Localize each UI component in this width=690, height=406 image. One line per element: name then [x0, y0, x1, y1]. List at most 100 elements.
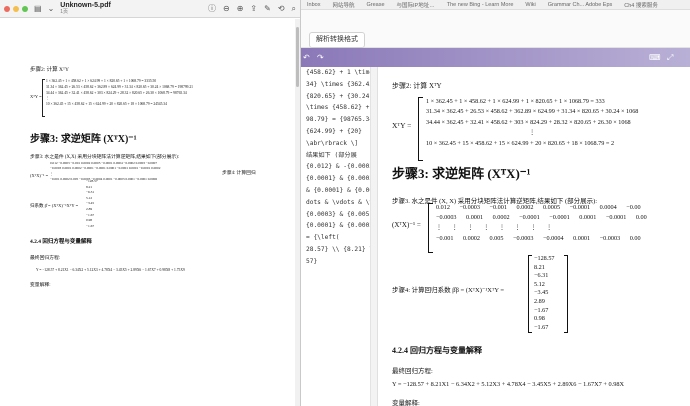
preview-inverse-matrix: (XᵀX)⁻¹ = 0.012 −0.0003 −0.001 0.0002 0.… [392, 203, 690, 253]
zoom-window-button[interactable] [22, 5, 28, 12]
preview-step4-label: 步骤4: 计算回归系数 β̂β = (XᵀX)⁻¹XᵀY = [392, 287, 505, 294]
preview-coef-value: −6.31 [534, 272, 549, 280]
preview-coef-value: −1.67 [534, 306, 549, 314]
bookmark-item[interactable]: Grammar Ch... Adobe Eps [548, 2, 613, 8]
preview-equation-row: ⋮ [529, 129, 536, 137]
sidebar-toggle-icon[interactable]: ▤ [34, 4, 42, 13]
preview-coef-value: 0.98 [534, 315, 545, 323]
preview-matrix-lhs: (XᵀX)⁻¹ = [392, 221, 421, 229]
editor-line: \abr\rbrack \] [306, 139, 359, 147]
pdf-coef-vector: −128.57 8.21 −6.31 5.12 −3.45 2.89 −1.67… [86, 179, 110, 243]
preview-coef-value: 5.12 [534, 280, 545, 288]
screen: ▤ ⌄ Unknown-5.pdf 1页 ⓘ ⊖ ⊕ ⇪ ✎ ⟲ ⌕ 步骤2: … [0, 0, 690, 406]
preview-equation-lhs: XᵀY = [392, 121, 412, 130]
pdf-equation-row: 34.44 × 362.45 + 32.41 × 458.62 + 303 × … [46, 90, 187, 95]
editor-line: = {\left( [306, 234, 340, 242]
preview-step3-heading: 步骤3: 求逆矩阵 (XᵀX)⁻¹ [392, 166, 531, 181]
preview-step2-label: 步骤2: 计算 XᵀY [392, 82, 442, 90]
right-bracket [564, 255, 568, 333]
preview-equation-row: 31.34 × 362.45 + 26.53 × 458.62 + 362.89… [426, 108, 639, 116]
bookmark-item[interactable]: Inbox [307, 2, 320, 8]
preview-equation-row: 1 × 362.45 + 1 × 458.62 + 1 × 624.99 + 1… [426, 98, 605, 105]
preview-coef-value: 2.89 [534, 297, 545, 305]
editor-line: 57} [306, 257, 318, 265]
pdf-fit-equation: Y = −128.57 + 8.21X1 − 6.34X2 + 5.12X3 +… [36, 268, 185, 272]
pdf-step4-label: 步骤4: 计算回归 [222, 171, 256, 176]
app-header: 解析转换格式 [301, 10, 690, 48]
close-window-button[interactable] [4, 5, 10, 12]
pdf-step2-label: 步骤2: 计算 XᵀY [30, 67, 69, 73]
pdf-coef-label: 归系数 β̂ = (XᵀX)⁻¹XᵀY = [30, 203, 79, 208]
pdf-step3-label: 步骤3: 水之是件 (X,X) 采用分块矩阵法计算逆矩阵,结果如下(部分展示): [30, 155, 180, 160]
editor-line: 34} \times {362.45} + [306, 80, 370, 88]
preview-coef-value: −128.57 [534, 255, 555, 262]
bookmark-item[interactable]: Grease [366, 2, 384, 8]
browser-window: Inbox 网站导航 Grease 与国际IP地址… The new Bing … [301, 0, 690, 406]
bookmark-item[interactable]: Wiki [525, 2, 535, 8]
info-icon[interactable]: ⓘ [208, 4, 216, 13]
rotate-icon[interactable]: ⟲ [278, 4, 285, 13]
redo-icon[interactable]: ↷ [317, 53, 324, 62]
document-title: Unknown-5.pdf 1页 [60, 2, 111, 15]
expand-icon[interactable]: ⤢ [667, 53, 673, 63]
editor-line: 98.79} = {98765.34} \\ [306, 116, 370, 124]
pdf-equation-xty: XᵀY = 1 × 362.45 + 1 × 458.62 + 1 × 624.… [30, 79, 270, 119]
search-icon[interactable]: ⌕ [292, 4, 296, 13]
chevron-down-icon[interactable]: ⌄ [48, 4, 55, 13]
editor-line: {0.0001} & {0.0003} & [306, 175, 370, 183]
preview-coef-value: −3.45 [534, 289, 549, 297]
bookmarks-bar: Inbox 网站导航 Grease 与国际IP地址… The new Bing … [301, 0, 690, 10]
editor-line: {0.012} & -{0.0003} [306, 163, 371, 171]
document-filename: Unknown-5.pdf [60, 2, 111, 9]
markup-icon[interactable]: ✎ [264, 4, 271, 13]
preview-fit-equation: Y = −128.57 + 8.21X1 − 6.34X2 + 5.12X3 +… [392, 381, 625, 388]
pdf-fit-label: 最终回归方程: [30, 256, 61, 261]
editor-line: dots & \vdots & \vdots [306, 198, 370, 206]
bookmark-item[interactable]: Ch4 搜索服务 [624, 1, 658, 9]
pdf-equation-lhs: XᵀY = [30, 94, 42, 99]
minimize-window-button[interactable] [13, 5, 19, 12]
preview-coef-value: 8.21 [534, 263, 545, 271]
undo-icon[interactable]: ↶ [303, 53, 310, 62]
editor-line: {624.99} + {20} [306, 127, 362, 135]
left-bracket [528, 255, 532, 333]
preview-matrix-row: −0.0003 0.0001 0.0002 −0.0001 −0.0001 0.… [436, 214, 647, 222]
editor-toolbar: ↶ ↷ ⌨ ⤢ [301, 48, 690, 67]
bookmark-item[interactable]: The new Bing - Learn More [447, 2, 514, 8]
pdf-equation-row: 10 × 362.45 + 15 × 458.62 + 15 × 624.99 … [46, 102, 167, 106]
pdf-equation-row: 31.34 × 362.45 + 26.53 × 458.62 + 362.89… [46, 84, 193, 89]
left-bracket [428, 203, 433, 253]
bookmark-item[interactable]: 与国际IP地址… [397, 1, 435, 9]
pdf-matrix-row: −0.0003 0.0001 0.0002 −0.0001 −0.0001 0.… [50, 166, 161, 171]
pdf-toolbar: ▤ ⌄ Unknown-5.pdf 1页 ⓘ ⊖ ⊕ ⇪ ✎ ⟲ ⌕ [0, 0, 300, 18]
editor-line: {820.65} + {30.24} [306, 92, 371, 100]
editor-line: {458.62} + 1 \times [306, 69, 371, 76]
pdf-scrollbar-thumb[interactable] [296, 27, 299, 87]
preview-coef-value: −1.67 [534, 323, 549, 331]
editor-line: & {0.0001} & {0.0000} & [306, 186, 370, 194]
editor-line: {0.0001} & {0.0002} [306, 222, 371, 230]
preview-fit-label: 最终回归方程: [392, 368, 433, 375]
preview-equation-xty: XᵀY = 1 × 362.45 + 1 × 458.62 + 1 × 624.… [392, 97, 690, 163]
latex-editor[interactable]: {458.62} + 1 \times 34} \times {362.45} … [301, 67, 371, 406]
left-bracket [418, 97, 423, 161]
pdf-variable-label: 变量解释: [30, 283, 51, 288]
zoom-out-icon[interactable]: ⊖ [223, 4, 230, 13]
keyboard-icon[interactable]: ⌨ [649, 53, 661, 62]
pdf-inverse-matrix: (XᵀX)⁻¹ = 0.012 −0.0003 −0.001 0.0002 0.… [30, 161, 270, 197]
editor-line: 结果如下 (部分展 [306, 151, 357, 159]
left-bracket [42, 79, 45, 117]
preview-matrix-row: −0.001 0.0002 0.005 −0.0003 −0.0004 0.00… [436, 234, 641, 242]
editor-line: {0.0003} & {0.005} & [306, 210, 371, 218]
convert-format-button[interactable]: 解析转换格式 [309, 32, 365, 48]
pdf-coef-value: −1.67 [86, 223, 95, 228]
preview-section-heading: 4.2.4 回归方程与变量解释 [392, 346, 482, 355]
preview-equation-row: 10 × 362.45 + 15 × 458.62 + 15 × 624.99 … [426, 139, 615, 147]
pdf-scrollbar[interactable] [295, 19, 300, 406]
zoom-in-icon[interactable]: ⊕ [237, 4, 244, 13]
pdf-step3-heading: 步骤3: 求逆矩阵 (XᵀX)⁻¹ [30, 134, 137, 145]
pdf-matrix-lhs: (XᵀX)⁻¹ = [30, 173, 49, 178]
share-icon[interactable]: ⇪ [250, 4, 257, 13]
bookmark-item[interactable]: 网站导航 [332, 1, 354, 9]
window-traffic-lights [4, 5, 28, 12]
